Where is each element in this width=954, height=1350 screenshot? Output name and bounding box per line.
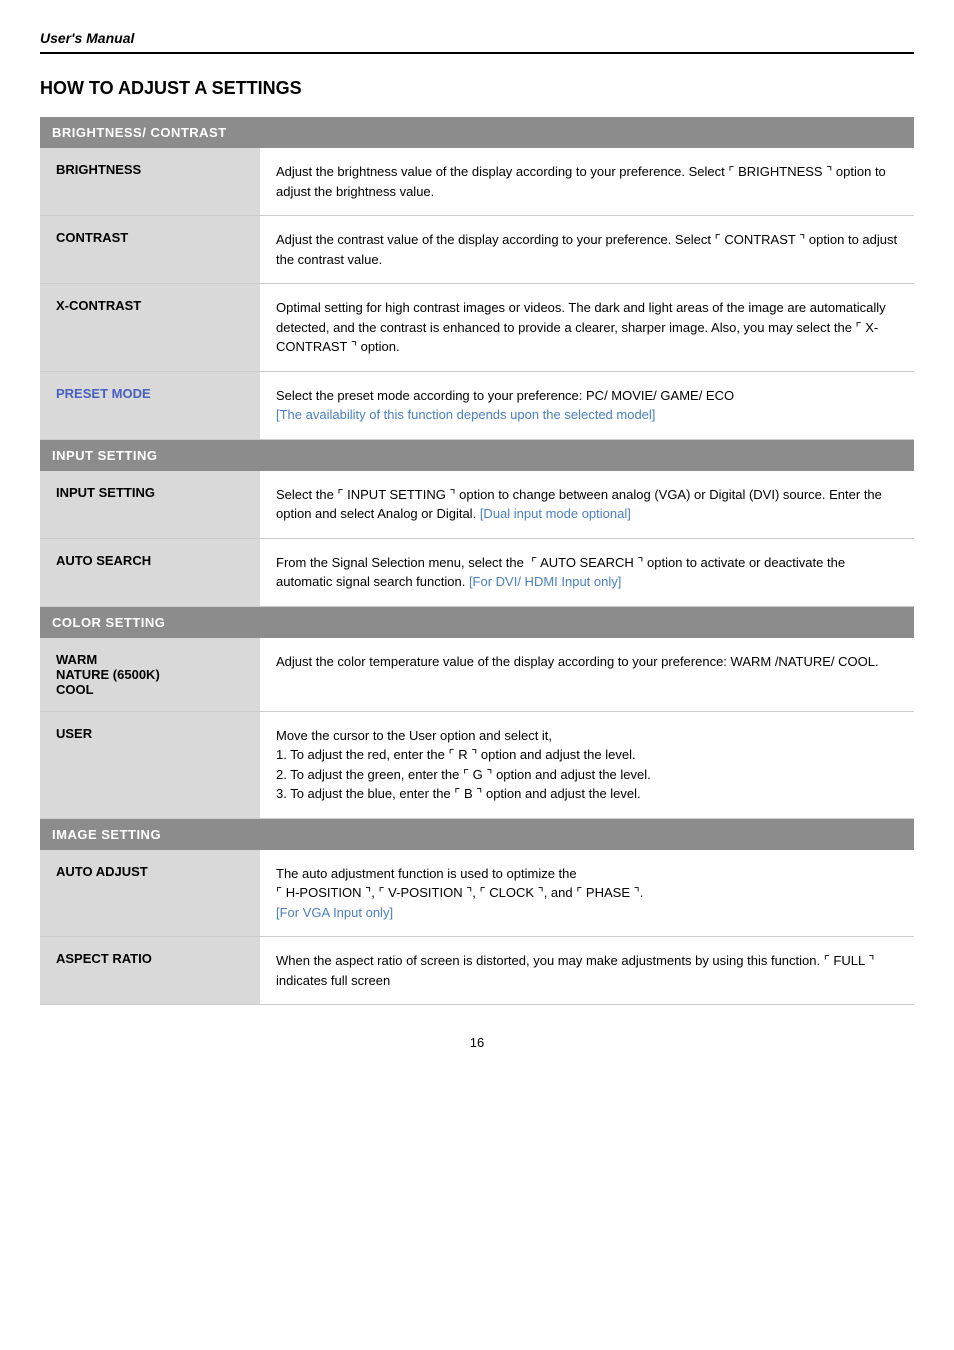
group-header-brightness-contrast: BRIGHTNESS/ CONTRAST — [40, 117, 914, 148]
table-row: INPUT SETTING Select the ⌜ INPUT SETTING… — [40, 471, 914, 539]
row-label-brightness: BRIGHTNESS — [40, 148, 260, 216]
group-label: IMAGE SETTING — [40, 818, 914, 850]
row-label-user: USER — [40, 711, 260, 818]
table-row: BRIGHTNESS Adjust the brightness value o… — [40, 148, 914, 216]
auto-search-note: [For DVI/ HDMI Input only] — [469, 574, 621, 589]
group-header-input-setting: INPUT SETTING — [40, 439, 914, 471]
row-label-warm-nature-cool: WARMNATURE (6500K)COOL — [40, 638, 260, 712]
row-desc-contrast: Adjust the contrast value of the display… — [260, 216, 914, 284]
table-row: PRESET MODE Select the preset mode accor… — [40, 371, 914, 439]
row-desc-input-setting: Select the ⌜ INPUT SETTING ⌝ option to c… — [260, 471, 914, 539]
row-label-auto-adjust: AUTO ADJUST — [40, 850, 260, 937]
group-header-color-setting: COLOR SETTING — [40, 606, 914, 638]
row-label-aspect-ratio: ASPECT RATIO — [40, 937, 260, 1005]
row-desc-warm-nature-cool: Adjust the color temperature value of th… — [260, 638, 914, 712]
row-label-x-contrast: X-CONTRAST — [40, 284, 260, 372]
row-label-contrast: CONTRAST — [40, 216, 260, 284]
row-label-preset-mode: PRESET MODE — [40, 371, 260, 439]
row-desc-aspect-ratio: When the aspect ratio of screen is disto… — [260, 937, 914, 1005]
page-title: HOW TO ADJUST A SETTINGS — [40, 78, 914, 99]
group-label: BRIGHTNESS/ CONTRAST — [40, 117, 914, 148]
row-desc-auto-adjust: The auto adjustment function is used to … — [260, 850, 914, 937]
row-label-auto-search: AUTO SEARCH — [40, 538, 260, 606]
settings-table: BRIGHTNESS/ CONTRAST BRIGHTNESS Adjust t… — [40, 117, 914, 1005]
table-row: WARMNATURE (6500K)COOL Adjust the color … — [40, 638, 914, 712]
row-desc-auto-search: From the Signal Selection menu, select t… — [260, 538, 914, 606]
row-desc-user: Move the cursor to the User option and s… — [260, 711, 914, 818]
table-row: AUTO ADJUST The auto adjustment function… — [40, 850, 914, 937]
page-header: User's Manual — [40, 30, 914, 54]
row-desc-preset-mode: Select the preset mode according to your… — [260, 371, 914, 439]
row-desc-brightness: Adjust the brightness value of the displ… — [260, 148, 914, 216]
input-setting-note: [Dual input mode optional] — [480, 506, 631, 521]
table-row: ASPECT RATIO When the aspect ratio of sc… — [40, 937, 914, 1005]
table-row: USER Move the cursor to the User option … — [40, 711, 914, 818]
row-label-input-setting: INPUT SETTING — [40, 471, 260, 539]
page-number: 16 — [40, 1035, 914, 1050]
table-row: AUTO SEARCH From the Signal Selection me… — [40, 538, 914, 606]
group-label: COLOR SETTING — [40, 606, 914, 638]
auto-adjust-note: [For VGA Input only] — [276, 905, 393, 920]
group-label: INPUT SETTING — [40, 439, 914, 471]
table-row: X-CONTRAST Optimal setting for high cont… — [40, 284, 914, 372]
row-desc-x-contrast: Optimal setting for high contrast images… — [260, 284, 914, 372]
table-row: CONTRAST Adjust the contrast value of th… — [40, 216, 914, 284]
group-header-image-setting: IMAGE SETTING — [40, 818, 914, 850]
manual-title: User's Manual — [40, 30, 134, 46]
preset-mode-note: [The availability of this function depen… — [276, 407, 655, 422]
